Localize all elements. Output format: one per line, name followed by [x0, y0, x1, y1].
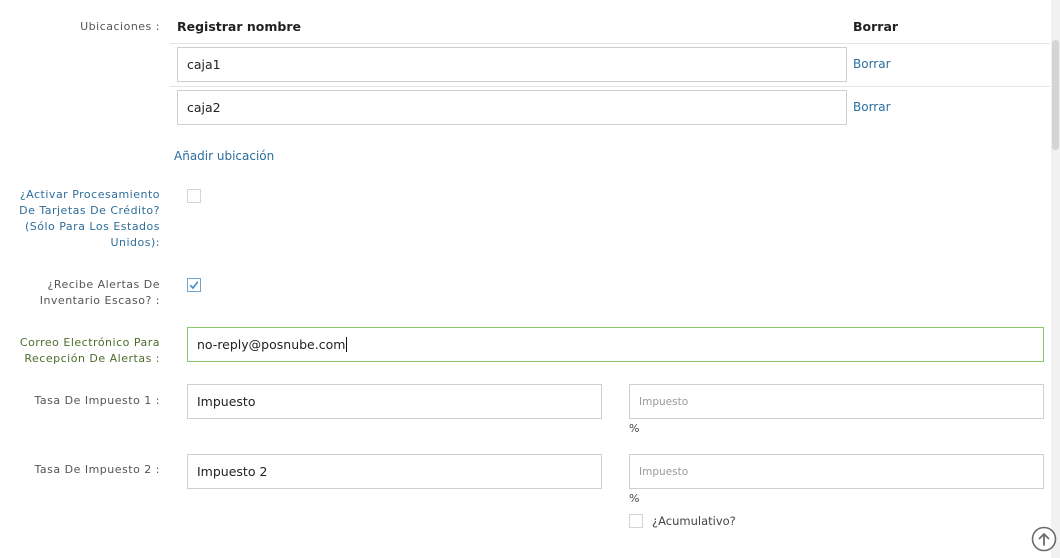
- location-name-input-2[interactable]: caja2: [177, 90, 847, 125]
- page-scrollbar[interactable]: [1051, 0, 1060, 558]
- tax2-cumulative-checkbox[interactable]: [629, 514, 643, 528]
- alert-email-value: no-reply@posnube.com: [197, 337, 346, 352]
- tax2-cumulative-label: ¿Acumulativo?: [652, 514, 736, 528]
- locations-header-divider: [170, 43, 1050, 44]
- credit-card-label-line1: ¿Activar Procesamiento: [19, 188, 160, 201]
- text-caret: [346, 337, 348, 352]
- check-icon: [189, 281, 199, 290]
- low-stock-alerts-checkbox[interactable]: [187, 278, 201, 292]
- add-location-link[interactable]: Añadir ubicación: [174, 149, 274, 163]
- tax1-label: Tasa De Impuesto 1 :: [34, 394, 160, 407]
- low-stock-label-line2: Inventario Escaso? :: [39, 294, 160, 307]
- location-row-divider: [170, 86, 1050, 87]
- location-delete-link-2[interactable]: Borrar: [853, 100, 891, 114]
- arrow-up-circle-icon: [1031, 526, 1057, 552]
- tax2-name-input[interactable]: Impuesto 2: [187, 454, 602, 489]
- credit-card-label-line2: De Tarjetas De Crédito?: [19, 204, 160, 217]
- location-name-input-1[interactable]: caja1: [177, 47, 847, 82]
- tax1-rate-input[interactable]: Impuesto: [629, 384, 1044, 419]
- tax2-rate-input[interactable]: Impuesto: [629, 454, 1044, 489]
- low-stock-label-line1: ¿Recibe Alertas De: [47, 278, 160, 291]
- credit-card-processing-checkbox[interactable]: [187, 189, 201, 203]
- locations-column-name-header: Registrar nombre: [177, 19, 301, 34]
- tax2-percent-symbol: %: [629, 492, 640, 505]
- location-delete-link-1[interactable]: Borrar: [853, 57, 891, 71]
- alert-email-input[interactable]: no-reply@posnube.com: [187, 327, 1044, 362]
- tax2-label: Tasa De Impuesto 2 :: [34, 463, 160, 476]
- low-stock-alerts-label: ¿Recibe Alertas De Inventario Escaso? :: [40, 277, 160, 309]
- alert-email-label: Correo Electrónico Para Recepción De Ale…: [20, 335, 160, 367]
- credit-card-label-line4: Unidos):: [110, 236, 160, 249]
- scrollbar-thumb[interactable]: [1052, 40, 1059, 150]
- tax1-percent-symbol: %: [629, 422, 640, 435]
- alert-email-label-line2: Recepción De Alertas :: [24, 352, 160, 365]
- locations-column-delete-header: Borrar: [853, 19, 899, 34]
- alert-email-label-line1: Correo Electrónico Para: [19, 336, 160, 349]
- tax1-name-input[interactable]: Impuesto: [187, 384, 602, 419]
- scroll-to-top-button[interactable]: [1031, 526, 1057, 552]
- credit-card-processing-label: ¿Activar Procesamiento De Tarjetas De Cr…: [19, 187, 160, 251]
- credit-card-label-line3: (Sólo Para Los Estados: [25, 220, 160, 233]
- locations-label: Ubicaciones :: [80, 20, 160, 33]
